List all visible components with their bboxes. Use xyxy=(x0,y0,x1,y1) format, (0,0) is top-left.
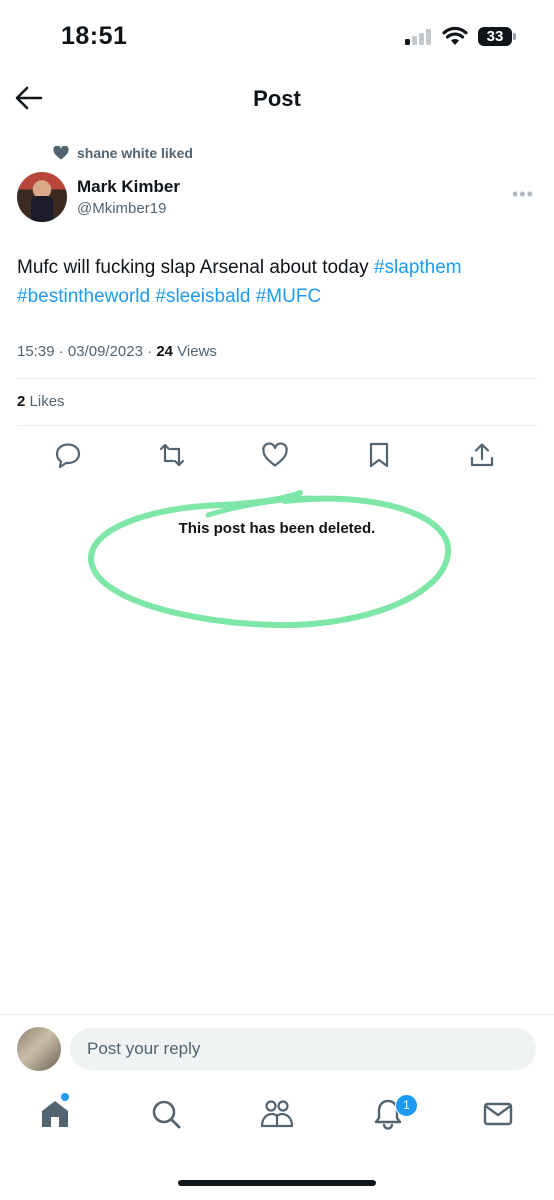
likes-label: Likes xyxy=(29,393,65,410)
author-avatar[interactable] xyxy=(17,172,67,222)
likes-summary[interactable]: 2 Likes xyxy=(17,393,65,410)
author-handle[interactable]: @Mkimber19 xyxy=(77,200,166,217)
home-icon[interactable] xyxy=(38,1097,72,1131)
social-context-label[interactable]: shane white liked xyxy=(77,145,193,161)
hashtag-link[interactable]: #bestintheworld xyxy=(17,286,150,307)
bookmark-icon[interactable] xyxy=(364,440,394,470)
divider xyxy=(17,425,537,426)
divider xyxy=(17,378,537,379)
battery-cap xyxy=(513,33,516,40)
highlight-circle xyxy=(88,490,452,629)
post-text: Mufc will fucking slap Arsenal about tod… xyxy=(17,253,537,311)
likes-count: 2 xyxy=(17,393,26,410)
post-metadata: 15:39 · 03/09/2023 · 24 Views xyxy=(17,343,217,360)
home-indicator xyxy=(178,1180,376,1186)
post-body: Mufc will fucking slap Arsenal about tod… xyxy=(17,257,369,278)
reply-icon[interactable] xyxy=(53,440,83,470)
heart-filled-icon xyxy=(53,146,69,160)
wifi-icon xyxy=(442,26,468,45)
share-icon[interactable] xyxy=(467,440,497,470)
status-time: 18:51 xyxy=(61,22,128,50)
search-icon[interactable] xyxy=(149,1097,183,1131)
views-label: Views xyxy=(177,343,217,360)
cellular-signal-icon xyxy=(405,29,433,45)
post-date: 03/09/2023 xyxy=(67,343,143,360)
divider xyxy=(0,1014,554,1015)
messages-envelope-icon[interactable] xyxy=(481,1097,515,1131)
views-count: 24 xyxy=(156,343,173,360)
home-notification-dot xyxy=(61,1093,69,1101)
communities-icon[interactable] xyxy=(260,1097,294,1131)
hashtag-link[interactable]: #slapthem xyxy=(374,257,462,278)
reply-input[interactable]: Post your reply xyxy=(70,1028,536,1070)
notifications-badge: 1 xyxy=(395,1094,418,1117)
hashtag-link[interactable]: #MUFC xyxy=(256,286,321,307)
battery-indicator: 33 xyxy=(478,27,512,46)
like-icon[interactable] xyxy=(260,440,290,470)
deleted-notice: This post has been deleted. xyxy=(178,520,376,537)
hashtag-link[interactable]: #sleeisbald xyxy=(155,286,250,307)
more-options-icon[interactable]: ••• xyxy=(512,184,534,205)
repost-icon[interactable] xyxy=(157,440,187,470)
post-time: 15:39 xyxy=(17,343,55,360)
page-title: Post xyxy=(253,86,301,111)
user-avatar[interactable] xyxy=(17,1027,61,1071)
author-name[interactable]: Mark Kimber xyxy=(77,177,180,197)
